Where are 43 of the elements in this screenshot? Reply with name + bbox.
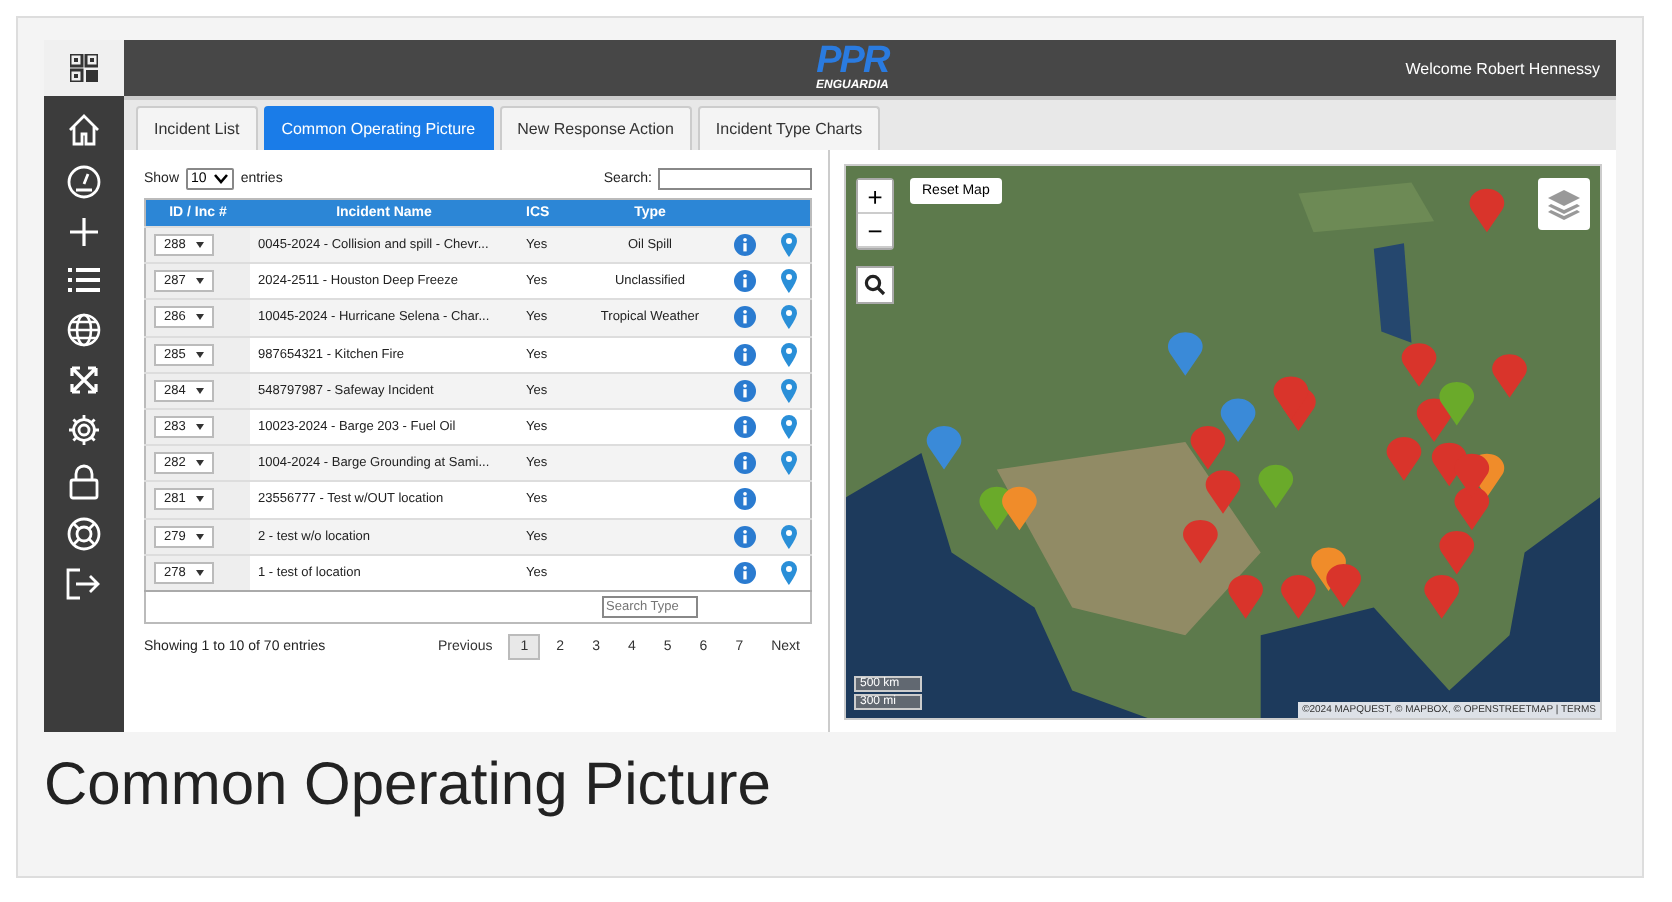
tab[interactable]: Common Operating Picture <box>263 106 494 150</box>
home-icon[interactable] <box>66 112 102 148</box>
welcome-text: Welcome Robert Hennessy <box>1405 59 1600 77</box>
lock-icon[interactable] <box>68 464 100 500</box>
settings-icon[interactable] <box>66 412 102 448</box>
location-pin-icon[interactable] <box>780 341 798 368</box>
info-icon[interactable] <box>734 379 756 402</box>
info-icon[interactable] <box>734 234 756 257</box>
info-icon[interactable] <box>734 525 756 548</box>
info-icon[interactable] <box>734 416 756 439</box>
zoom-in-button[interactable]: + <box>858 180 892 214</box>
info-icon[interactable] <box>734 488 756 511</box>
location-pin-icon[interactable] <box>780 268 798 295</box>
search-field[interactable] <box>658 167 812 189</box>
tab[interactable]: Incident Type Charts <box>697 106 881 150</box>
qr-code-icon[interactable] <box>70 54 98 82</box>
lifebuoy-icon[interactable] <box>66 516 102 552</box>
layers-button[interactable] <box>1538 178 1590 230</box>
globe-icon[interactable] <box>66 312 102 348</box>
location-pin-icon[interactable] <box>780 523 798 550</box>
expand-arrows-icon[interactable] <box>68 364 100 396</box>
location-pin-icon[interactable] <box>780 559 798 586</box>
gauge-icon[interactable] <box>66 164 102 200</box>
info-icon[interactable] <box>734 343 756 366</box>
info-icon[interactable] <box>734 306 756 329</box>
location-pin-icon[interactable] <box>780 377 798 404</box>
search-icon <box>864 274 886 296</box>
tab[interactable]: New Response Action <box>499 106 692 150</box>
location-pin-icon[interactable] <box>780 232 798 259</box>
location-pin-icon[interactable] <box>780 304 798 331</box>
info-icon[interactable] <box>734 452 756 475</box>
caption: Common Operating Picture <box>44 750 773 820</box>
tab[interactable]: Incident List <box>136 106 258 150</box>
layers-icon <box>1546 188 1582 220</box>
location-pin-icon[interactable] <box>780 450 798 477</box>
plus-icon[interactable] <box>68 216 100 248</box>
info-icon[interactable] <box>734 270 756 293</box>
list-icon[interactable] <box>66 264 102 296</box>
info-icon[interactable] <box>734 561 756 584</box>
logout-icon[interactable] <box>66 568 102 600</box>
search-button[interactable] <box>856 266 894 304</box>
chevron-icon <box>214 173 229 183</box>
location-pin-icon[interactable] <box>780 414 798 441</box>
